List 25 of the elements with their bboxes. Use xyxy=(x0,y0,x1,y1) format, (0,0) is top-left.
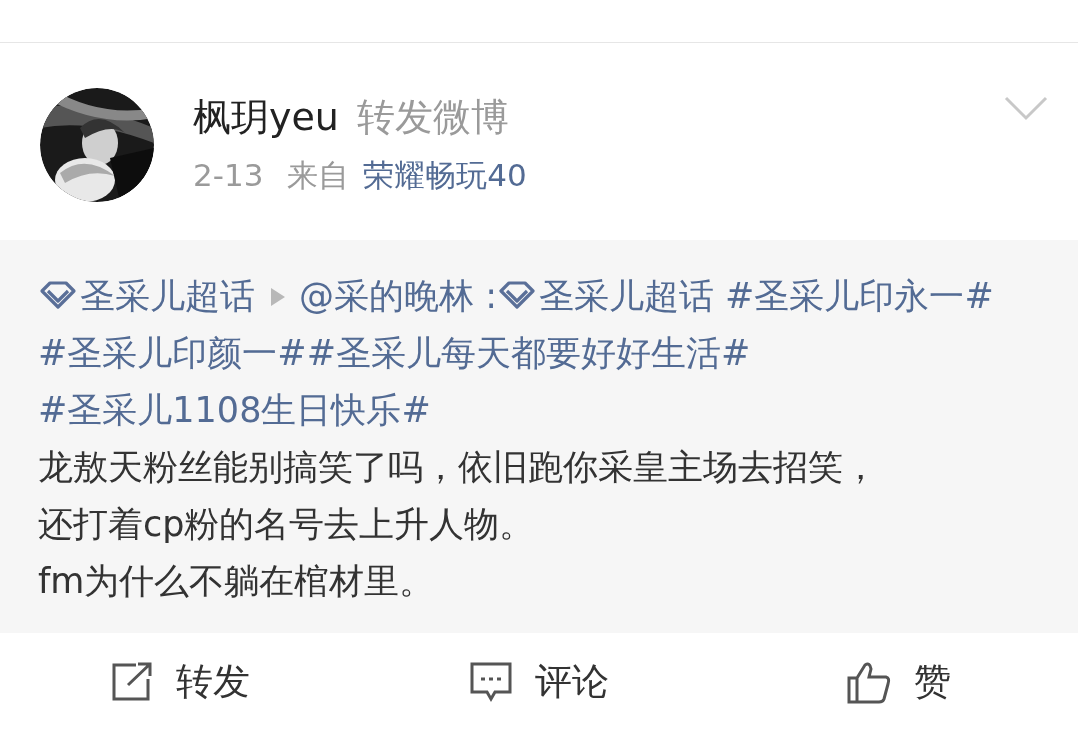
diamond-icon xyxy=(496,280,537,310)
post-date: 2-13 xyxy=(193,157,264,193)
like-button[interactable]: 赞 xyxy=(718,657,1078,707)
comment-button[interactable]: 评论 xyxy=(359,657,719,707)
play-arrow-icon xyxy=(271,288,285,306)
diamond-icon xyxy=(38,280,78,310)
mention-link[interactable]: @采的晚林 xyxy=(299,268,474,325)
source-prefix: 来自 xyxy=(287,156,350,195)
topic-link[interactable]: 圣采儿超话 xyxy=(38,268,255,325)
repost-text-line: 还打着cp粉的名号去上升人物。 xyxy=(38,503,536,546)
post-type: 转发微博 xyxy=(356,94,509,141)
thumbs-up-icon xyxy=(845,660,892,704)
hashtag-link[interactable]: #圣采儿1108生日快乐# xyxy=(38,382,431,439)
repost-text-line: 龙敖天粉丝能别搞笑了吗，依旧跑你采皇主场去招笑， xyxy=(38,446,879,489)
source-device[interactable]: 荣耀畅玩40 xyxy=(363,155,527,197)
hashtag-link[interactable]: #圣采儿每天都要好好生活# xyxy=(306,325,751,382)
hashtag-link[interactable]: #圣采儿印颜一# xyxy=(38,325,307,382)
hashtag-link[interactable]: #圣采儿印永一# xyxy=(725,268,994,325)
repost-text-line: fm为什么不躺在棺材里。 xyxy=(38,560,436,603)
user-name[interactable]: 枫玥yeu xyxy=(193,92,339,143)
comment-icon xyxy=(469,661,513,703)
repost-button[interactable]: 转发 xyxy=(0,657,360,707)
topic-link[interactable]: 圣采儿超话 xyxy=(496,268,714,325)
chevron-down-icon[interactable] xyxy=(1004,96,1048,122)
colon: : xyxy=(485,276,497,316)
